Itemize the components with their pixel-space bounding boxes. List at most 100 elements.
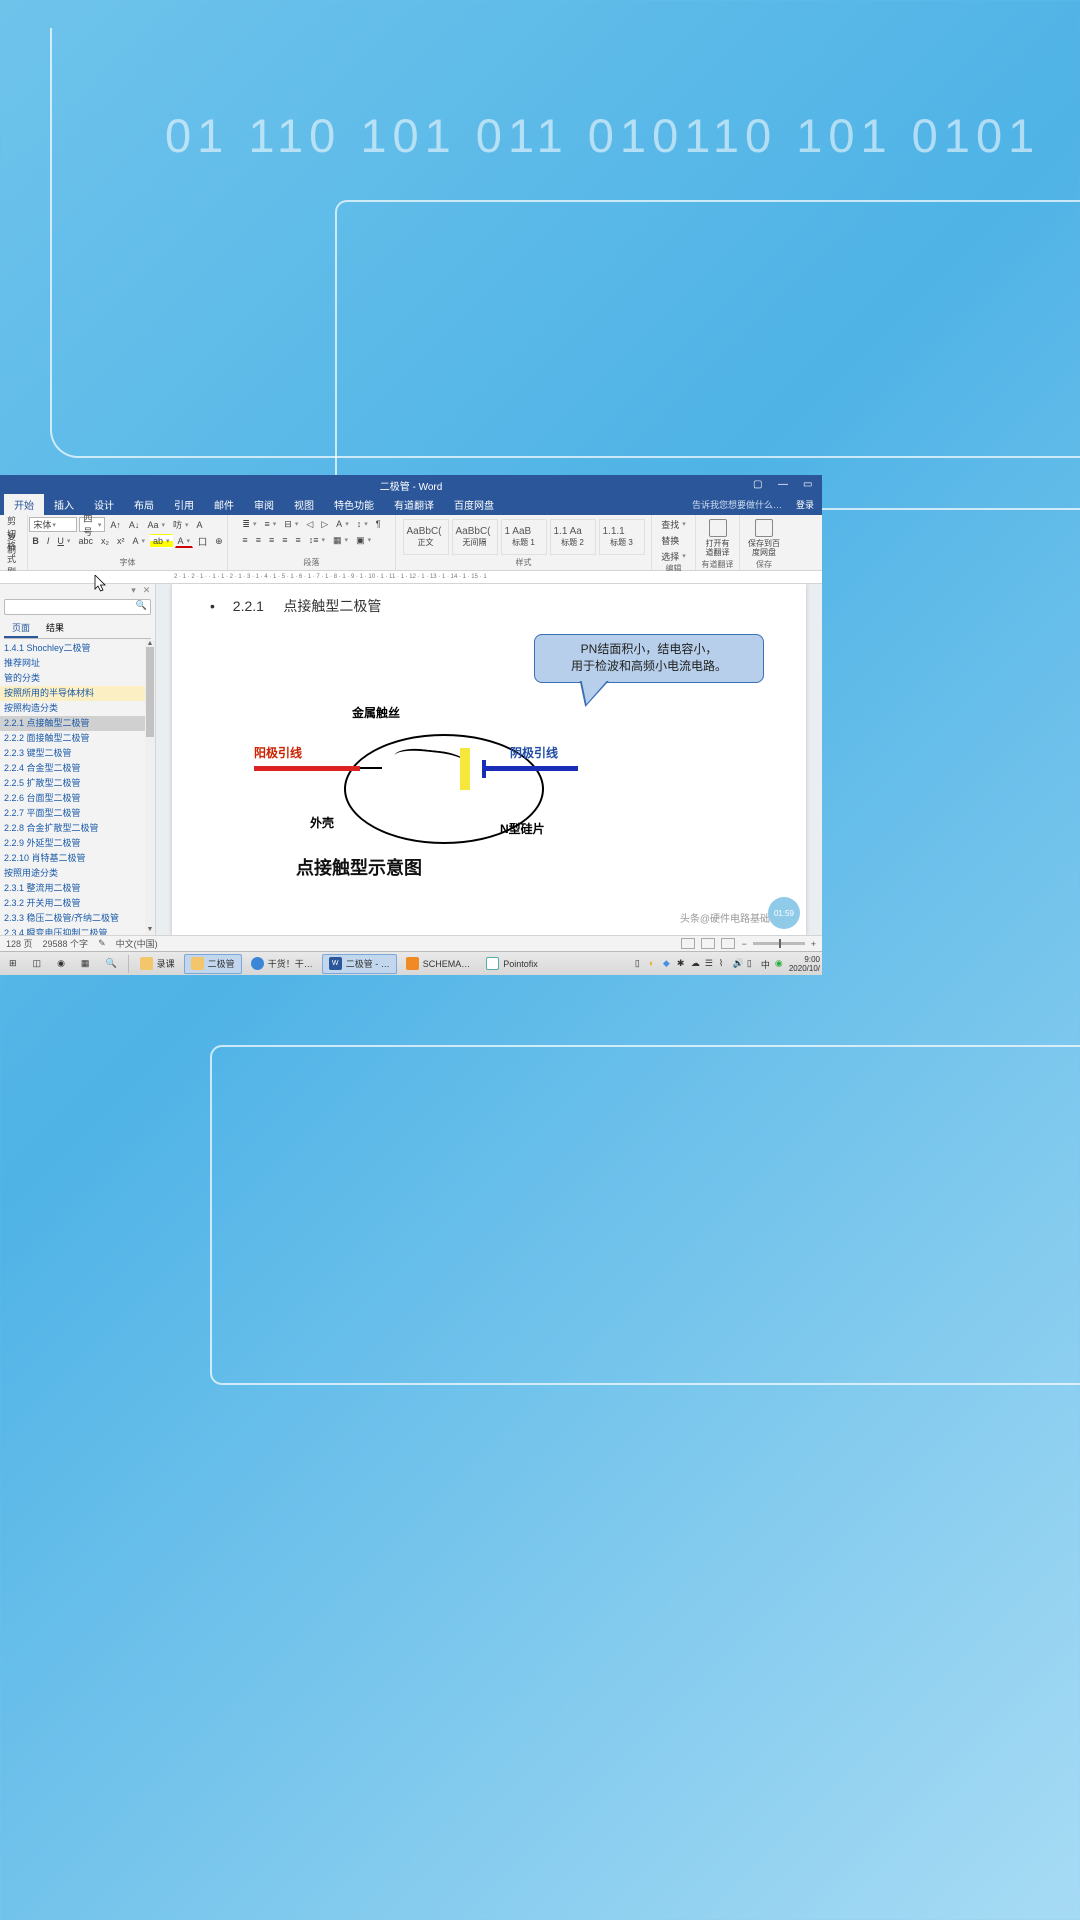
nav-tab-headings[interactable]: 页面	[4, 619, 38, 638]
nav-item[interactable]: 2.2.5 扩散型二极管	[0, 776, 155, 791]
font-size-select[interactable]: 四号	[79, 517, 105, 532]
replace-button[interactable]: 替换	[658, 533, 689, 547]
sort-button[interactable]: ↕	[354, 517, 371, 531]
font-color-button[interactable]: A	[175, 534, 194, 548]
tab-insert[interactable]: 插入	[44, 494, 84, 515]
grow-font-button[interactable]: A↑	[107, 518, 124, 532]
taskbar-quick2[interactable]: ◫	[26, 954, 49, 974]
nav-item[interactable]: 2.2.10 肖特基二极管	[0, 851, 155, 866]
tray-icon[interactable]: ✱	[677, 958, 688, 969]
tab-references[interactable]: 引用	[164, 494, 204, 515]
tray-icon[interactable]: ◆	[663, 958, 674, 969]
taskbar-app[interactable]: 干货！干…	[244, 954, 320, 974]
tab-addin-special[interactable]: 特色功能	[324, 494, 384, 515]
tab-review[interactable]: 审阅	[244, 494, 284, 515]
tab-design[interactable]: 设计	[84, 494, 124, 515]
status-proof-icon[interactable]: ✎	[98, 938, 106, 949]
tab-youdao[interactable]: 有道翻译	[384, 494, 444, 515]
zoom-out-button[interactable]: −	[741, 939, 746, 949]
line-spacing-button[interactable]: ↕≡	[306, 533, 328, 547]
align-center-button[interactable]: ≡	[253, 533, 264, 547]
nav-tab-results[interactable]: 结果	[38, 619, 72, 638]
align-right-button[interactable]: ≡	[266, 533, 277, 547]
view-read-button[interactable]	[681, 938, 695, 949]
nav-item[interactable]: 2.2.8 合金扩散型二极管	[0, 821, 155, 836]
taskbar-app[interactable]: 录课	[133, 954, 182, 974]
taskbar-quick1[interactable]: ⊞	[2, 954, 24, 974]
tab-mail[interactable]: 邮件	[204, 494, 244, 515]
tray-ime-icon[interactable]: 中	[761, 958, 772, 969]
taskbar-quick4[interactable]: ▦	[74, 954, 97, 974]
nav-close-icon[interactable]: ✕	[142, 586, 151, 595]
document-area[interactable]: • 2.2.1 点接触型二极管 PN结面积小，结电容小， 用于检波和高频小电流电…	[156, 584, 822, 935]
taskbar-app[interactable]: W二极管 - …	[322, 954, 397, 974]
style-option-3[interactable]: 1.1 Aa标题 2	[550, 519, 596, 555]
nav-item[interactable]: 1.4.1 Shochley二极管	[0, 641, 155, 656]
phonetic-button[interactable]: 㕫	[170, 518, 192, 532]
nav-item[interactable]: 2.3.4 瞬变电压抑制二极管	[0, 926, 155, 935]
taskbar-app[interactable]: Pointofix	[479, 954, 545, 974]
nav-item[interactable]: 管的分类	[0, 671, 155, 686]
increase-indent-button[interactable]: ▷	[318, 517, 331, 531]
highlight-button[interactable]: ab	[150, 534, 173, 548]
nav-item[interactable]: 2.2.7 平面型二极管	[0, 806, 155, 821]
borders-button[interactable]: ▣	[353, 533, 374, 547]
char-border-button[interactable]: 囗	[195, 534, 210, 548]
nav-item[interactable]: 推荐网址	[0, 656, 155, 671]
tell-me-input[interactable]: 告诉我您想要做什么…	[692, 498, 782, 511]
numbering-button[interactable]: ≡	[261, 517, 279, 531]
change-case-button[interactable]: Aa	[144, 518, 168, 532]
bold-button[interactable]: B	[29, 534, 42, 548]
bullets-button[interactable]: ≣	[239, 517, 259, 531]
nav-item[interactable]: 2.2.9 外延型二极管	[0, 836, 155, 851]
justify-button[interactable]: ≡	[279, 533, 290, 547]
nav-item[interactable]: 2.3.2 开关用二极管	[0, 896, 155, 911]
nav-item[interactable]: 2.3.1 整流用二极管	[0, 881, 155, 896]
select-button[interactable]: 选择	[658, 549, 689, 563]
strike-button[interactable]: abc	[75, 534, 96, 548]
nav-item[interactable]: 2.2.1 点接触型二极管	[0, 716, 155, 731]
find-button[interactable]: 查找	[658, 517, 689, 531]
subscript-button[interactable]: x₂	[98, 534, 112, 548]
tray-icon[interactable]: ◐	[649, 958, 660, 969]
taskbar-quick3[interactable]: ◉	[50, 954, 72, 974]
distribute-button[interactable]: ≡	[292, 533, 303, 547]
nav-item[interactable]: 按照构造分类	[0, 701, 155, 716]
status-page[interactable]: 128 页	[6, 937, 33, 950]
nav-item[interactable]: 2.2.4 合金型二极管	[0, 761, 155, 776]
tab-view[interactable]: 视图	[284, 494, 324, 515]
tray-icon[interactable]: ▯	[635, 958, 646, 969]
shrink-font-button[interactable]: A↓	[126, 518, 143, 532]
tab-baidu[interactable]: 百度网盘	[444, 494, 504, 515]
tab-home[interactable]: 开始	[4, 494, 44, 515]
style-option-2[interactable]: 1 AaB标题 1	[501, 519, 547, 555]
tray-icon[interactable]: ☁	[691, 958, 702, 969]
baidu-save-button[interactable]: 保存到百度网盘	[744, 517, 784, 559]
maximize-icon[interactable]: ▭	[803, 479, 816, 492]
nav-item[interactable]: 2.2.3 键型二极管	[0, 746, 155, 761]
ribbon-display-icon[interactable]: ▢	[753, 479, 766, 492]
superscript-button[interactable]: x²	[114, 534, 128, 548]
tray-wechat-icon[interactable]: ◉	[775, 958, 786, 969]
style-option-1[interactable]: AaBbC(无间隔	[452, 519, 498, 555]
clear-format-button[interactable]: A	[194, 518, 206, 532]
style-option-4[interactable]: 1.1.1标题 3	[599, 519, 645, 555]
login-link[interactable]: 登录	[796, 498, 814, 511]
nav-search-input[interactable]	[4, 599, 151, 615]
asian-layout-button[interactable]: A	[333, 517, 352, 531]
nav-item[interactable]: 2.2.2 面接触型二极管	[0, 731, 155, 746]
taskbar-clock[interactable]: 9:00 2020/10/	[789, 955, 820, 973]
minimize-icon[interactable]: —	[778, 479, 791, 492]
nav-item[interactable]: 2.3.3 稳压二极管/齐纳二极管	[0, 911, 155, 926]
multilevel-button[interactable]: ⊟	[281, 517, 301, 531]
nav-item[interactable]: 2.2.6 台面型二极管	[0, 791, 155, 806]
nav-item[interactable]: 按照所用的半导体材料	[0, 686, 155, 701]
tray-wifi-icon[interactable]: ⌇	[719, 958, 730, 969]
youdao-translate-button[interactable]: 打开有道翻译	[700, 517, 735, 559]
show-marks-button[interactable]: ¶	[373, 517, 384, 531]
zoom-slider[interactable]	[753, 942, 805, 945]
taskbar-search[interactable]: 🔍	[98, 954, 123, 974]
italic-button[interactable]: I	[44, 534, 53, 548]
nav-scrollbar[interactable]: ▲ ▼	[145, 639, 155, 935]
style-option-0[interactable]: AaBbC(正文	[403, 519, 449, 555]
